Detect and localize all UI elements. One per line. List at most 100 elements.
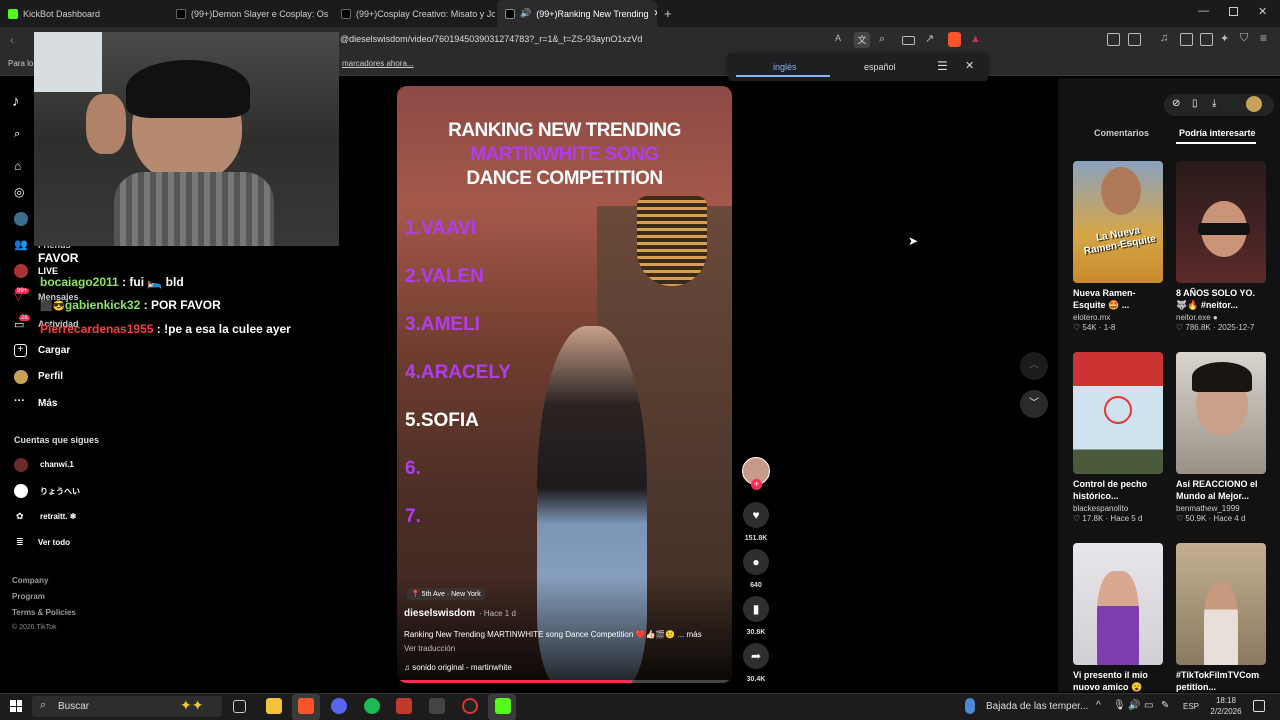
account-avatar-icon[interactable]: ✿ (16, 511, 24, 522)
extensions-icon[interactable] (1107, 33, 1120, 46)
following-account[interactable]: chanwi.1 (40, 460, 74, 469)
suggested-video-card[interactable]: La Nueva Ramen-Esquite Nueva Ramen-Esqui… (1073, 161, 1163, 332)
more-icon[interactable]: ··· (14, 395, 25, 407)
translate-icon[interactable]: 文 (854, 32, 870, 48)
suggested-video-card[interactable]: Vi presento il mio nuovo amico 😮 (1073, 543, 1163, 693)
translate-off-icon[interactable]: A (835, 33, 848, 46)
nav-upload[interactable]: Cargar (38, 345, 70, 356)
music-icon[interactable]: ♫ (1160, 32, 1168, 44)
ai-sparkle-icon[interactable]: ✦ (1220, 32, 1229, 45)
save-button[interactable]: ▮ (743, 596, 769, 622)
brave-rewards-icon[interactable]: ▲ (970, 33, 981, 45)
microphone-icon[interactable]: 🎙 (1113, 700, 1126, 711)
footer-company[interactable]: Company (12, 576, 48, 585)
translate-from-tab[interactable]: inglés (773, 62, 797, 72)
taskbar-search[interactable]: ⌕ Buscar ✦✦ (32, 696, 222, 717)
card-author[interactable]: elotero.mx (1073, 313, 1163, 322)
translate-menu-icon[interactable]: ☰ (937, 59, 948, 73)
back-icon[interactable]: ‹ (10, 33, 14, 47)
volume-icon[interactable]: 🔊 (1128, 700, 1140, 711)
sidebar-icon[interactable] (1180, 33, 1193, 46)
card-author[interactable]: neitor.exe ● (1176, 313, 1266, 322)
menu-icon[interactable]: ≡ (1260, 31, 1267, 45)
tab-demon-slayer[interactable]: (99+)Demon Slayer e Cosplay: Os Fa (168, 0, 330, 27)
network-icon[interactable]: ▭ (1144, 700, 1153, 711)
pen-icon[interactable]: ✎ (1161, 700, 1169, 711)
import-bookmarks-link[interactable]: marcadores ahora... (342, 59, 414, 68)
live-icon[interactable] (14, 264, 28, 278)
tab-kickbot[interactable]: KickBot Dashboard (0, 0, 165, 27)
brave-shield-icon[interactable] (948, 32, 961, 47)
clock-date[interactable]: 2/2/2026 (1204, 707, 1248, 716)
zoom-icon[interactable]: ⌕ (879, 33, 885, 46)
account-avatar[interactable] (14, 458, 28, 472)
suggested-video-card[interactable]: Así REACCIONO el Mundo al Mejor... benma… (1176, 352, 1266, 523)
profile-avatar-icon[interactable] (14, 370, 28, 384)
footer-program[interactable]: Program (12, 592, 45, 601)
language-indicator[interactable]: ESP (1183, 702, 1199, 711)
kick-app-icon[interactable] (495, 698, 511, 714)
wallet2-icon[interactable] (1200, 33, 1213, 46)
bookmark-item[interactable]: Para lo (8, 59, 33, 68)
file-explorer-icon[interactable] (266, 698, 282, 714)
task-view-icon[interactable] (233, 700, 246, 713)
translate-close-icon[interactable]: ✕ (965, 59, 974, 72)
translate-to-tab[interactable]: español (864, 62, 896, 72)
weather-icon[interactable] (965, 698, 975, 714)
share-button[interactable]: ➦ (743, 643, 769, 669)
following-avatar-icon[interactable] (14, 212, 28, 226)
wallet-icon[interactable] (1128, 33, 1141, 46)
next-video-icon[interactable]: ﹀ (1020, 390, 1048, 418)
tray-chevron-icon[interactable]: ^ (1096, 700, 1101, 711)
restore-icon[interactable] (1229, 7, 1238, 16)
spotify-icon[interactable] (364, 698, 380, 714)
url-field[interactable]: @dieselswisdom/video/7601945039031274783… (340, 34, 642, 44)
upload-icon[interactable]: + (14, 344, 27, 357)
phone-icon[interactable]: ▯ (1192, 98, 1198, 109)
see-translation-link[interactable]: Ver traducción (404, 644, 455, 653)
brave-browser-icon[interactable] (298, 698, 314, 714)
tab-ranking[interactable]: 🔊(99+)Ranking New Trending✕ (497, 0, 657, 27)
clock-time[interactable]: 18:18 (1206, 696, 1246, 705)
home-icon[interactable]: ⌂ (14, 159, 21, 173)
windows-start-icon[interactable] (10, 700, 22, 712)
card-author[interactable]: blackespanolito (1073, 504, 1163, 513)
new-tab-icon[interactable]: + (664, 6, 672, 21)
comment-button[interactable]: ● (743, 549, 769, 575)
suggested-video-card[interactable]: 8 AÑOS SOLO YO. 🐺🔥 #neitor... neitor.exe… (1176, 161, 1266, 332)
discord-icon[interactable] (331, 698, 347, 714)
close-tab-icon[interactable]: ✕ (654, 8, 657, 19)
nav-profile[interactable]: Perfil (38, 371, 63, 382)
footer-terms[interactable]: Terms & Policies (12, 608, 76, 617)
nav-more[interactable]: Más (38, 398, 57, 409)
voicemeeter-icon[interactable] (396, 698, 412, 714)
previous-video-icon[interactable]: ︿ (1020, 352, 1048, 380)
location-tag[interactable]: 📍 5th Ave · New York (407, 588, 485, 600)
following-account[interactable]: retraitt. ❄ (40, 512, 77, 521)
notification-icon[interactable] (1253, 700, 1265, 712)
stream-deck-icon[interactable] (429, 698, 445, 714)
like-button[interactable]: ♥ (743, 502, 769, 528)
search-icon[interactable]: ⌕ (14, 128, 20, 141)
tiktok-logo-icon[interactable]: ♪ (12, 93, 20, 110)
screen-cast-icon[interactable] (902, 36, 915, 45)
tab-cosplay[interactable]: (99+)Cosplay Creativo: Misato y Jolyr (333, 0, 495, 27)
friends-icon[interactable]: 👥 (14, 238, 28, 251)
weather-text[interactable]: Bajada de las temper... (986, 701, 1088, 712)
suggested-video-card[interactable]: Control de pecho histórico... blackespan… (1073, 352, 1163, 523)
tab-comments[interactable]: Comentarios (1094, 128, 1149, 138)
following-account[interactable]: りょうへい (40, 486, 80, 497)
video-player[interactable]: RANKING NEW TRENDING MARTINWHITE SONG DA… (397, 86, 732, 683)
sound-info[interactable]: ♫ sonido original - martinwhite (404, 663, 512, 672)
obs-icon[interactable] (462, 698, 478, 714)
compass-icon[interactable]: ⊘ (1172, 98, 1180, 109)
follow-plus-icon[interactable]: + (751, 479, 762, 490)
download-icon[interactable]: ⤓ (1212, 98, 1216, 109)
card-author[interactable]: benmathew_1999 (1176, 504, 1266, 513)
see-all-link[interactable]: Ver todo (38, 538, 70, 547)
close-window-icon[interactable]: ✕ (1258, 5, 1267, 18)
explore-icon[interactable]: ◎ (14, 185, 24, 199)
user-avatar[interactable] (1246, 96, 1262, 112)
account-avatar[interactable] (14, 484, 28, 498)
suggested-video-card[interactable]: #TikTokFilmTVCom petition... (1176, 543, 1266, 693)
